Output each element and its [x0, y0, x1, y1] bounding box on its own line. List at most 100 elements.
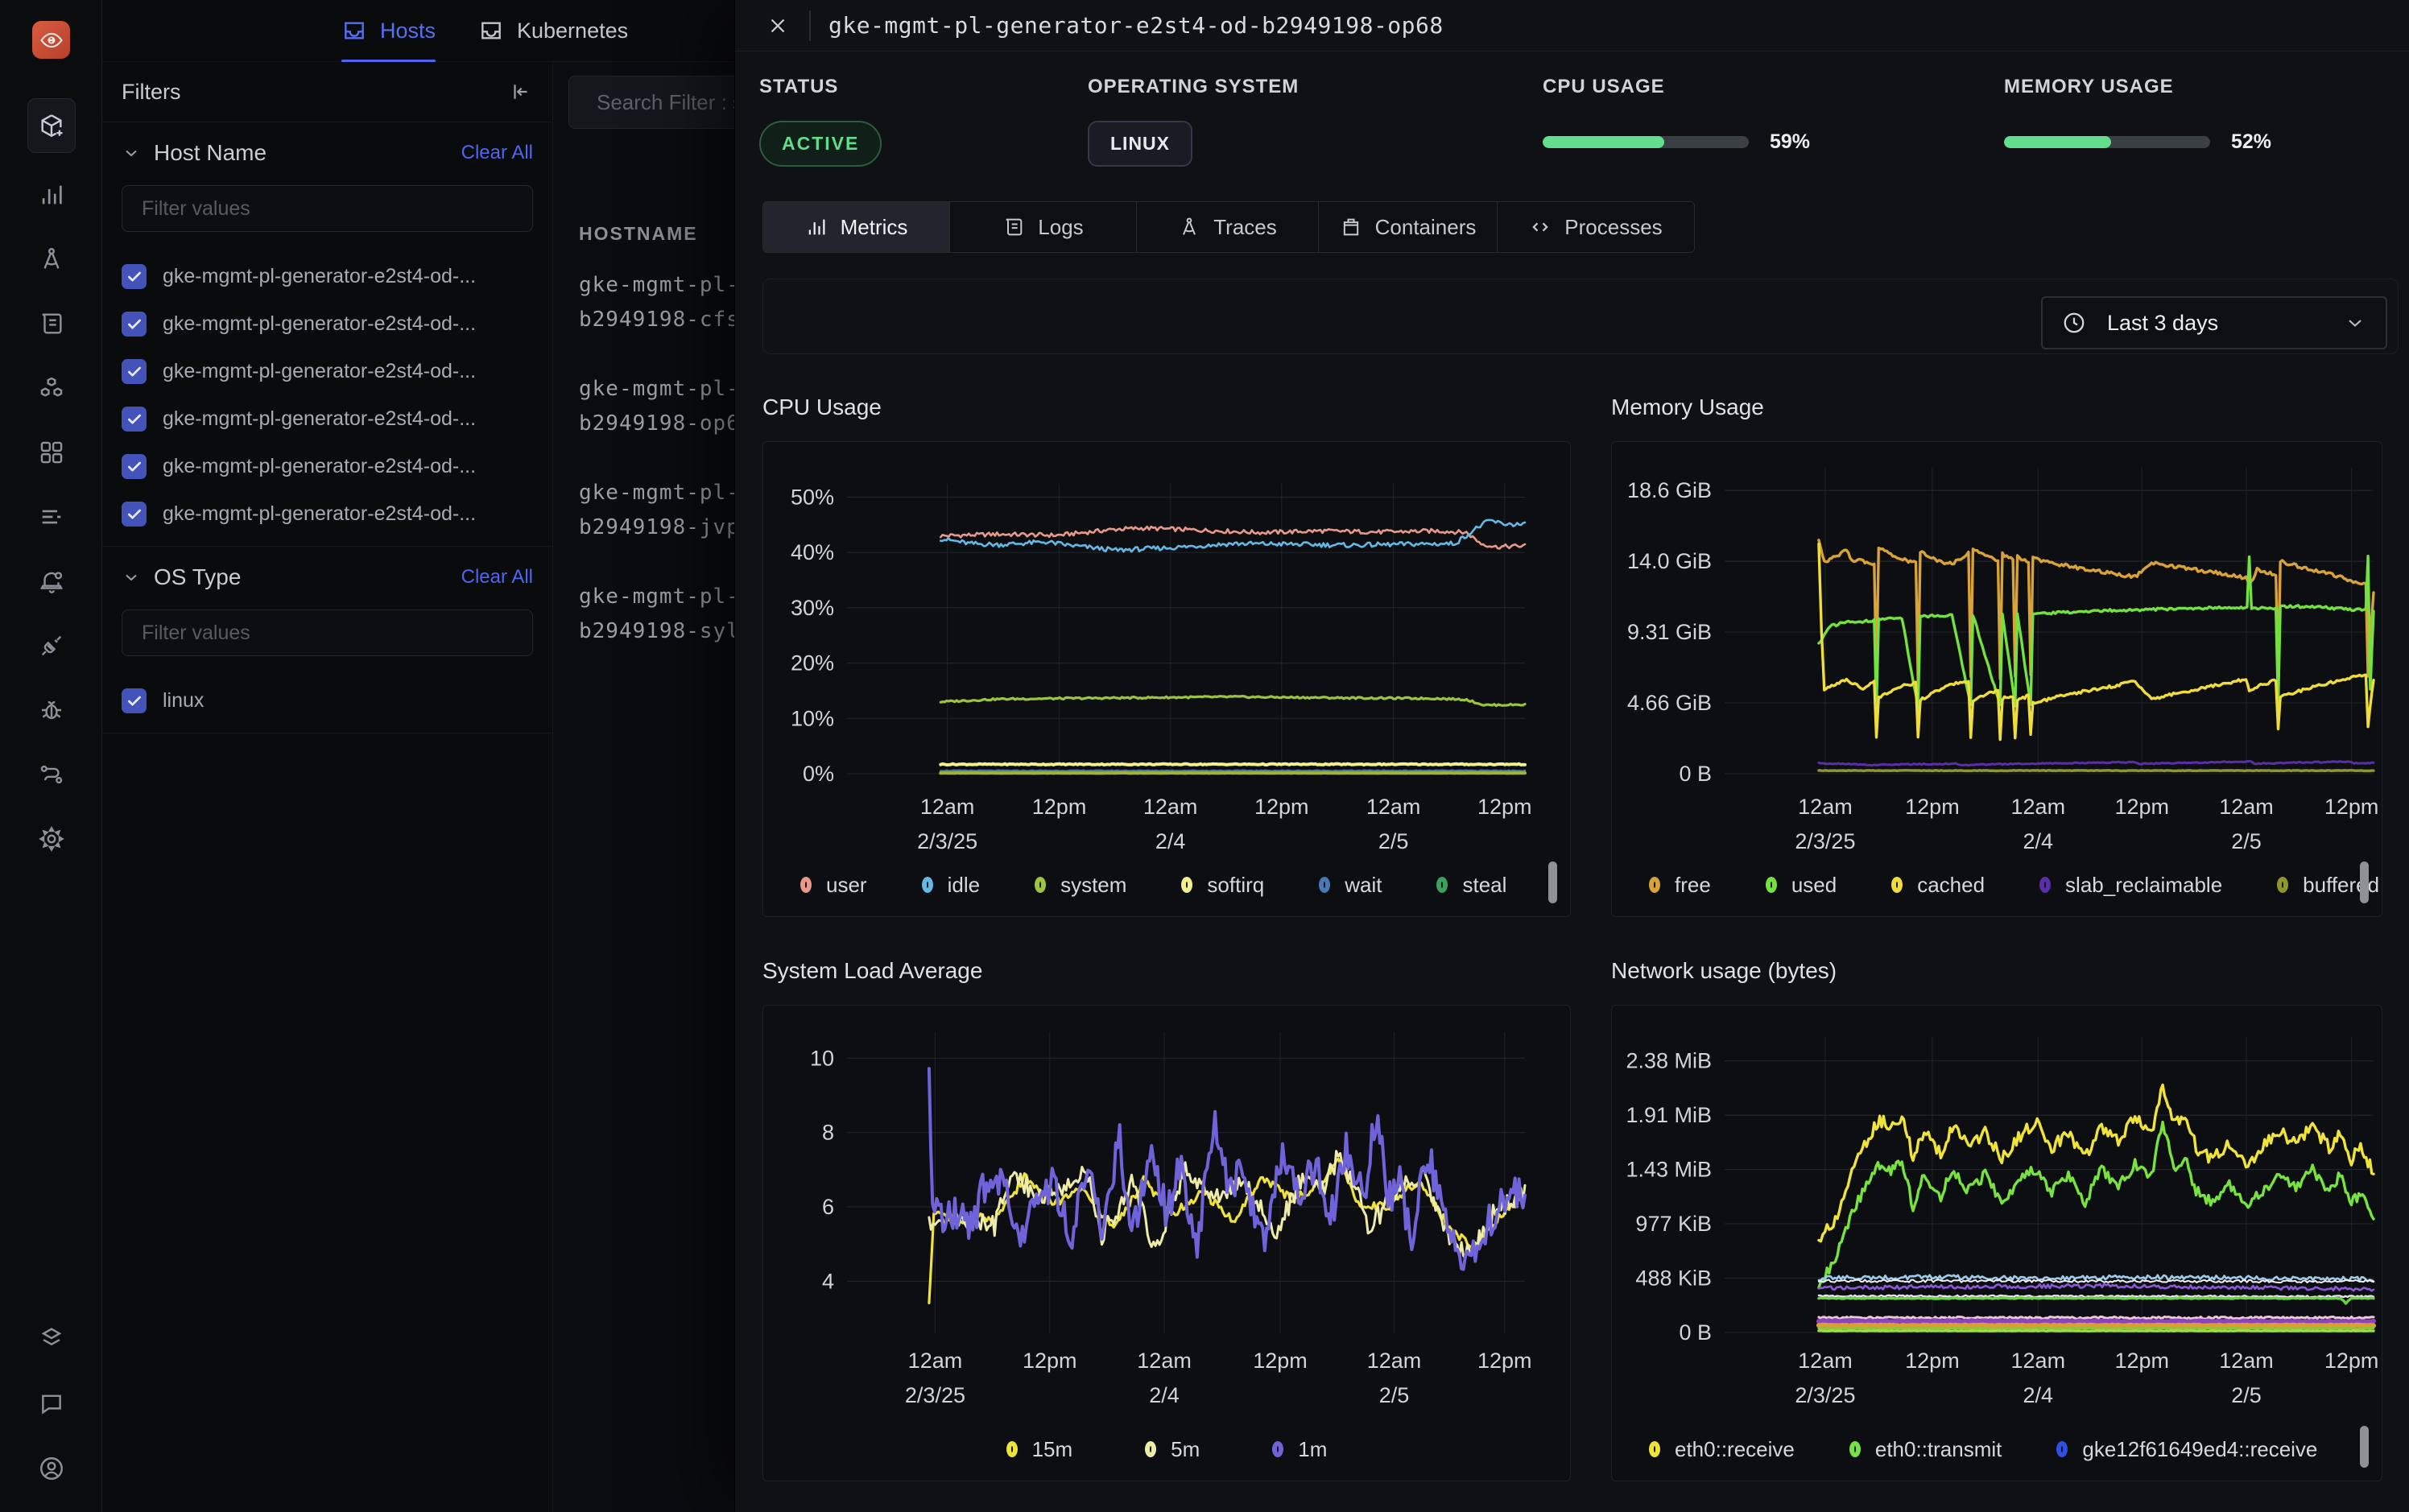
app-logo[interactable]	[32, 21, 70, 59]
svg-text:12pm: 12pm	[1905, 795, 1960, 819]
checkbox-checked[interactable]	[122, 454, 147, 479]
drawer-header: gke-mgmt-pl-generator-e2st4-od-b2949198-…	[735, 0, 2409, 52]
legend-item-steal[interactable]: steal	[1436, 873, 1506, 898]
legend-item-1m[interactable]: 1m	[1272, 1437, 1327, 1462]
checkbox-checked[interactable]	[122, 264, 147, 289]
filter-option[interactable]: gke-mgmt-pl-generator-e2st4-od-...	[122, 490, 533, 538]
chart-card-mem: 0 B4.66 GiB9.31 GiB14.0 GiB18.6 GiB12am2…	[1611, 441, 2382, 917]
chart-plot-mem[interactable]: 0 B4.66 GiB9.31 GiB14.0 GiB18.6 GiB12am2…	[1612, 442, 2383, 860]
legend-scrollbar[interactable]	[1548, 861, 1557, 903]
checkbox-checked[interactable]	[122, 502, 147, 527]
scroll-text-icon[interactable]	[27, 291, 76, 356]
svg-text:2.38 MiB: 2.38 MiB	[1626, 1049, 1712, 1073]
legend-item-used[interactable]: used	[1766, 873, 1837, 898]
drawer-tab-traces[interactable]: Traces	[1137, 202, 1319, 252]
chart-title-mem: Memory Usage	[1611, 395, 1764, 420]
chat-icon[interactable]	[27, 1370, 76, 1436]
svg-text:488 KiB: 488 KiB	[1635, 1266, 1712, 1291]
filter-option[interactable]: gke-mgmt-pl-generator-e2st4-od-...	[122, 253, 533, 300]
filters-title: Filters	[122, 80, 181, 105]
drawer-tabs: MetricsLogsTracesContainersProcesses	[762, 201, 1695, 253]
legend-ring-icon	[1035, 877, 1046, 893]
bell-dot-icon[interactable]	[27, 549, 76, 613]
legend-item-slab_reclaimable[interactable]: slab_reclaimable	[2039, 873, 2222, 898]
eye-logo-icon	[39, 28, 64, 52]
legend-label: 5m	[1171, 1437, 1200, 1462]
legend-label: 15m	[1032, 1437, 1073, 1462]
legend-item-softirq[interactable]: softirq	[1181, 873, 1264, 898]
checkbox-checked[interactable]	[122, 407, 147, 432]
checkbox-checked[interactable]	[122, 312, 147, 337]
legend-scrollbar[interactable]	[2360, 861, 2369, 903]
svg-text:12am: 12am	[2011, 1349, 2066, 1373]
filter-values-input[interactable]	[122, 185, 533, 232]
chart-card-load: 4681012am2/3/2512pm12am2/412pm12am2/512p…	[762, 1005, 1571, 1481]
clear-all-link[interactable]: Clear All	[461, 142, 533, 164]
chart-plot-net[interactable]: 0 B488 KiB977 KiB1.43 MiB1.91 MiB2.38 Mi…	[1612, 1006, 2383, 1424]
chart-plot-load[interactable]: 4681012am2/3/2512pm12am2/412pm12am2/512p…	[763, 1006, 1572, 1424]
sidebar-nav	[0, 98, 102, 871]
legend-item-idle[interactable]: idle	[922, 873, 980, 898]
tab-hosts[interactable]: Hosts	[341, 0, 436, 61]
chevron-down-icon[interactable]	[122, 568, 141, 587]
collapse-filters-icon[interactable]	[509, 80, 533, 104]
svg-text:10: 10	[810, 1046, 834, 1070]
filter-option[interactable]: gke-mgmt-pl-generator-e2st4-od-...	[122, 395, 533, 443]
svg-text:12pm: 12pm	[2114, 795, 2169, 819]
boxes-icon[interactable]	[27, 356, 76, 420]
list-lines-icon[interactable]	[27, 485, 76, 549]
filter-option[interactable]: gke-mgmt-pl-generator-e2st4-od-...	[122, 348, 533, 395]
legend-item-free[interactable]: free	[1649, 873, 1711, 898]
tab-kubernetes[interactable]: Kubernetes	[478, 0, 628, 61]
svg-text:8: 8	[822, 1121, 834, 1145]
legend-item-15m[interactable]: 15m	[1006, 1437, 1073, 1462]
time-range-picker[interactable]: Last 3 days	[2041, 296, 2387, 349]
legend-item-eth0::receive[interactable]: eth0::receive	[1649, 1437, 1795, 1462]
filter-section-title: OS Type	[154, 564, 461, 590]
layers-icon[interactable]	[27, 1305, 76, 1370]
route-icon[interactable]	[27, 742, 76, 807]
filter-option-label: gke-mgmt-pl-generator-e2st4-od-...	[163, 312, 476, 336]
drafting-compass-icon[interactable]	[27, 227, 76, 291]
legend-item-user[interactable]: user	[800, 873, 867, 898]
legend-label: used	[1791, 873, 1837, 898]
svg-text:1.91 MiB: 1.91 MiB	[1626, 1103, 1712, 1127]
legend-item-system[interactable]: system	[1035, 873, 1126, 898]
legend-ring-icon	[1649, 1441, 1660, 1457]
filter-option[interactable]: gke-mgmt-pl-generator-e2st4-od-...	[122, 443, 533, 490]
svg-text:12am: 12am	[1137, 1349, 1192, 1373]
bar-chart-icon[interactable]	[27, 163, 76, 227]
legend-item-gke12f61649ed4::receive[interactable]: gke12f61649ed4::receive	[2056, 1437, 2317, 1462]
legend-scrollbar[interactable]	[2360, 1426, 2369, 1468]
legend-label: gke12f61649ed4::receive	[2082, 1437, 2317, 1462]
checkbox-checked[interactable]	[122, 359, 147, 384]
filter-option[interactable]: gke-mgmt-pl-generator-e2st4-od-...	[122, 300, 533, 348]
user-circle-icon[interactable]	[27, 1436, 76, 1501]
svg-text:14.0 GiB: 14.0 GiB	[1627, 549, 1712, 573]
legend-item-5m[interactable]: 5m	[1145, 1437, 1200, 1462]
legend-item-cached[interactable]: cached	[1891, 873, 1985, 898]
svg-text:12am: 12am	[908, 1349, 963, 1373]
filter-values-input[interactable]	[122, 609, 533, 656]
svg-text:12pm: 12pm	[2114, 1349, 2169, 1373]
plug-icon[interactable]	[27, 613, 76, 678]
svg-text:2/5: 2/5	[1378, 829, 1409, 853]
drawer-tab-processes[interactable]: Processes	[1498, 202, 1694, 252]
package-plus-icon[interactable]	[27, 98, 76, 153]
os-column: OPERATING SYSTEM LINUX	[1088, 76, 1299, 98]
legend-item-wait[interactable]: wait	[1319, 873, 1382, 898]
checkbox-checked[interactable]	[122, 688, 147, 713]
clear-all-link[interactable]: Clear All	[461, 566, 533, 589]
legend-item-eth0::transmit[interactable]: eth0::transmit	[1849, 1437, 2002, 1462]
chevron-down-icon[interactable]	[122, 143, 141, 163]
drawer-tab-metrics[interactable]: Metrics	[763, 202, 950, 252]
drawer-tab-logs[interactable]: Logs	[950, 202, 1137, 252]
layout-grid-icon[interactable]	[27, 420, 76, 485]
settings-icon[interactable]	[27, 807, 76, 871]
chart-plot-cpu[interactable]: 0%10%20%30%40%50%12am2/3/2512pm12am2/412…	[763, 442, 1572, 860]
close-icon[interactable]	[766, 14, 790, 38]
bug-icon[interactable]	[27, 678, 76, 742]
drawer-tab-containers[interactable]: Containers	[1319, 202, 1498, 252]
filter-option[interactable]: linux	[122, 677, 533, 725]
svg-text:12pm: 12pm	[1477, 1349, 1532, 1373]
